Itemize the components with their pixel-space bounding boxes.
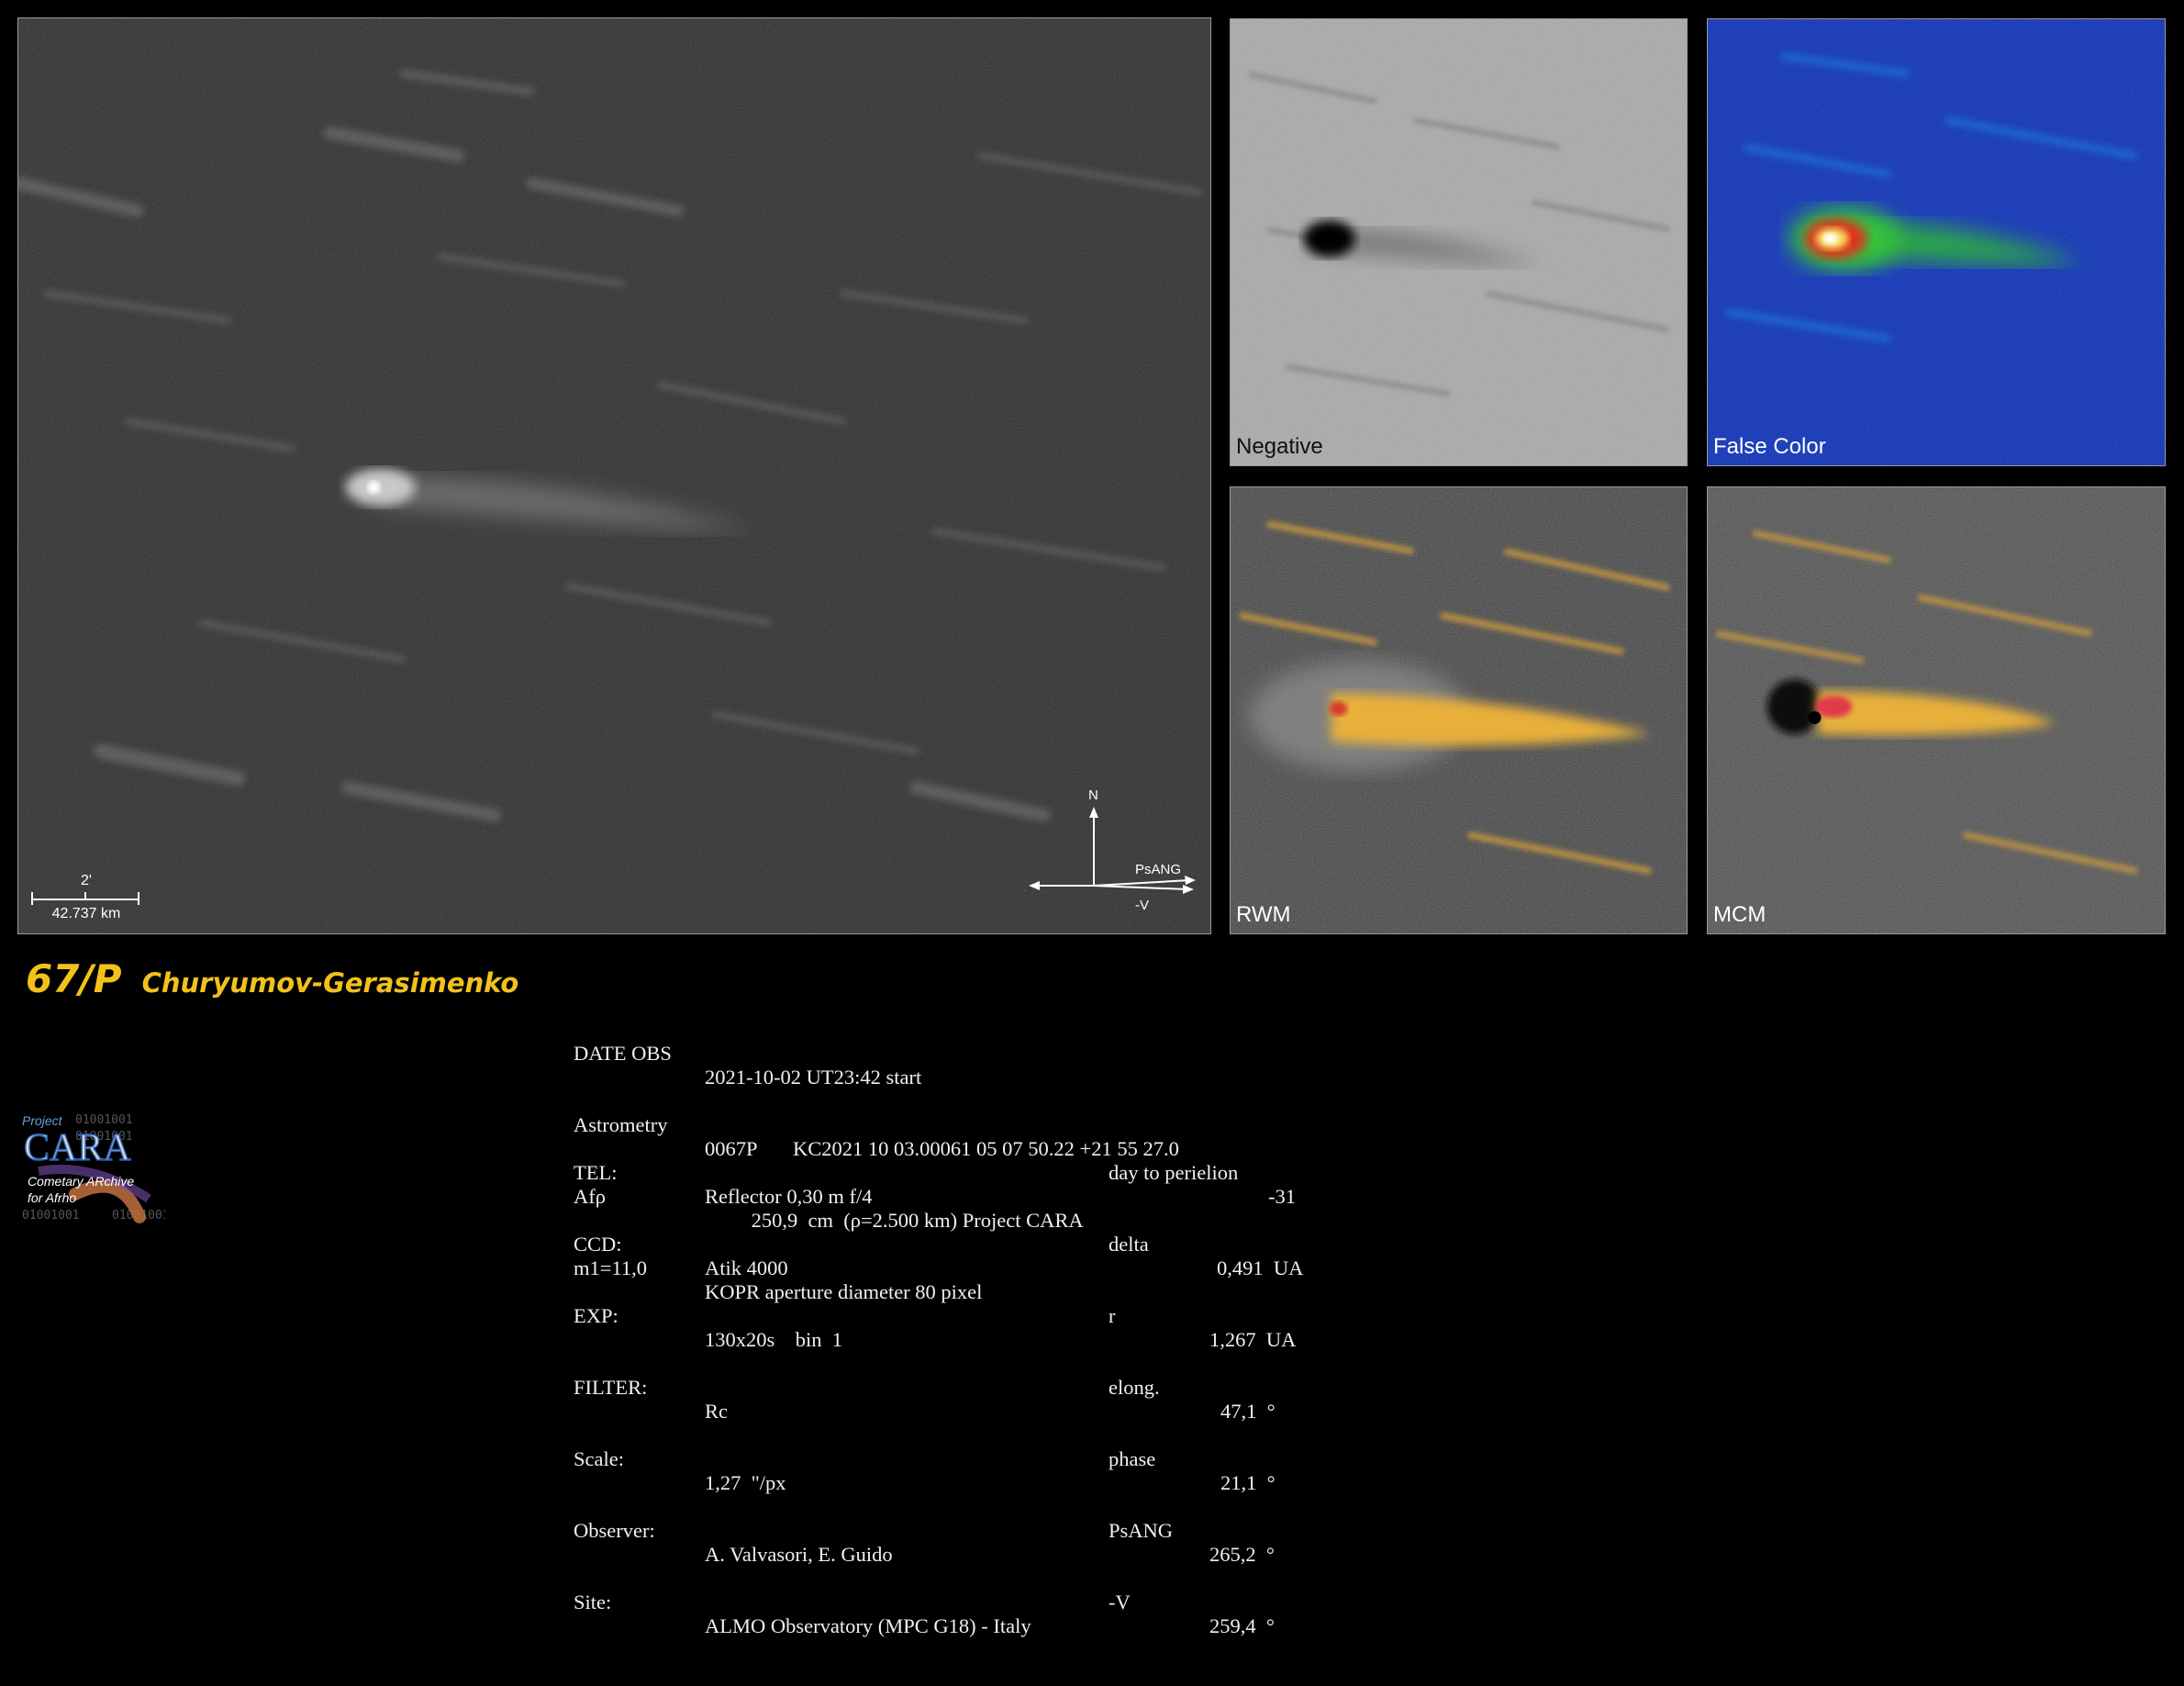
info-value: 47,1 °: [1220, 1400, 1276, 1423]
compass-rose: N E PsANG -V: [1025, 785, 1199, 913]
false-color-label: False Color: [1713, 434, 1826, 459]
rwm-panel: RWM: [1230, 486, 1688, 934]
info-value: Atik 4000: [705, 1256, 788, 1279]
info-label: Site:: [574, 1591, 612, 1613]
comet-title: 67/P Churyumov-Gerasimenko: [26, 956, 518, 1001]
false-color-panel: False Color: [1707, 18, 2166, 466]
svg-text:01001001: 01001001: [22, 1209, 80, 1223]
mcm-panel: MCM: [1707, 486, 2166, 934]
negative-label: Negative: [1236, 434, 1323, 459]
svg-text:Project: Project: [22, 1113, 63, 1128]
main-comet-image: 2' 42.737 km N E PsANG -V: [17, 17, 1211, 934]
geometry-block: day to perielion delta r elong. phase Ps…: [1109, 1066, 1303, 1637]
observation-block: DATE OBS Astrometry Afρ m1=11,0 2021-10-…: [574, 946, 1179, 1303]
info-label: CCD:: [574, 1233, 622, 1256]
scale-angle-label: 2': [81, 873, 92, 888]
info-value: Rc: [705, 1400, 728, 1423]
negative-panel: Negative: [1230, 18, 1688, 466]
info-label: TEL:: [574, 1161, 618, 1184]
info-value: Reflector 0,30 m f/4: [705, 1185, 873, 1208]
info-value: 1,267 UA: [1209, 1328, 1297, 1351]
rwm-label: RWM: [1236, 902, 1291, 927]
svg-text:Cometary ARchive: Cometary ARchive: [28, 1174, 134, 1189]
compass-minus-v: -V: [1135, 898, 1149, 913]
instrument-block: TEL: CCD: EXP: FILTER: Scale: Observer: …: [574, 1066, 1031, 1637]
comet-name: Churyumov-Gerasimenko: [141, 967, 519, 999]
project-cara-logo: Project 01001001 01001001 01001001 01001…: [20, 1107, 170, 1226]
compass-psang: PsANG: [1135, 862, 1181, 877]
compass-north: N: [1088, 787, 1098, 803]
info-value: 130x20s bin 1: [705, 1328, 843, 1351]
scale-distance-label: 42.737 km: [51, 906, 121, 921]
info-value: 0,491 UA: [1217, 1256, 1304, 1279]
info-value: 259,4 °: [1209, 1614, 1275, 1637]
compass-east: E: [1025, 879, 1026, 895]
scale-bar: 2' 42.737 km: [31, 871, 141, 921]
info-label: Observer:: [574, 1519, 655, 1542]
svg-text:01001001: 01001001: [75, 1113, 133, 1127]
info-value: 265,2 °: [1209, 1543, 1275, 1566]
info-label: FILTER:: [574, 1376, 648, 1399]
info-label: EXP:: [574, 1304, 618, 1327]
info-value: -31: [1268, 1185, 1296, 1208]
info-value: ALMO Observatory (MPC G18) - Italy: [705, 1614, 1031, 1637]
info-value: 21,1 °: [1220, 1471, 1276, 1494]
info-value: A. Valvasori, E. Guido: [705, 1543, 893, 1566]
info-value: 1,27 "/px: [705, 1471, 786, 1494]
mcm-label: MCM: [1713, 902, 1766, 927]
info-label: Scale:: [574, 1447, 624, 1470]
comet-designation: 67/P: [26, 956, 122, 1001]
svg-text:for Afrho: for Afrho: [28, 1190, 76, 1205]
svg-text:CARA: CARA: [24, 1127, 131, 1169]
info-label: DATE OBS: [574, 1042, 672, 1065]
